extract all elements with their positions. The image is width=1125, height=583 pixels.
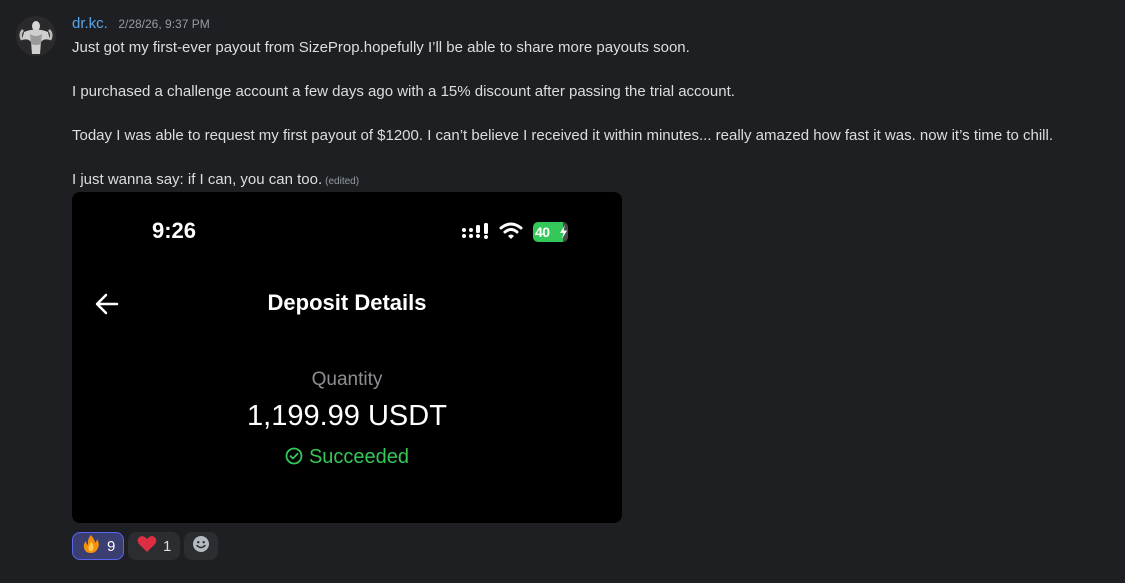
battery-level: 40 [535, 224, 550, 240]
message-paragraph: Just got my first-ever payout from SizeP… [72, 39, 690, 56]
message-timestamp[interactable]: 2/28/26, 9:37 PM [118, 17, 209, 31]
user-avatar[interactable] [16, 16, 56, 56]
edited-label: (edited) [325, 176, 360, 187]
add-reaction-button[interactable] [184, 532, 218, 560]
message-header: dr.kc. 2/28/26, 9:37 PM [72, 15, 210, 35]
message-paragraph: I purchased a challenge account a few da… [72, 83, 735, 100]
charging-bolt-icon [560, 225, 567, 239]
signal-icon [462, 223, 488, 239]
quantity-value: 1,199.99 USDT [247, 400, 447, 432]
username[interactable]: dr.kc. [72, 15, 108, 32]
wifi-icon [499, 222, 523, 239]
reaction-heart[interactable]: 1 [128, 532, 180, 560]
image-attachment[interactable]: 9:26 40 Deposit Details Quantity 1,199.9… [72, 192, 622, 523]
quantity-label: Quantity [311, 369, 383, 390]
reaction-count: 9 [107, 537, 116, 555]
reaction-fire[interactable]: 9 [72, 532, 124, 560]
check-circle-icon [285, 447, 303, 465]
battery-icon: 40 [533, 222, 570, 242]
reaction-count: 1 [163, 537, 172, 555]
status-row: Succeeded [72, 446, 622, 469]
message-paragraph: Today I was able to request my first pay… [72, 127, 1054, 144]
message-paragraph-last: I just wanna say: if I can, you can too.… [72, 169, 1112, 191]
red-heart-icon [137, 535, 157, 557]
message-paragraph-text: I just wanna say: if I can, you can too. [72, 171, 323, 188]
chat-message: dr.kc. 2/28/26, 9:37 PM Just got my firs… [0, 0, 1125, 583]
page-title: Deposit Details [267, 290, 427, 315]
add-reaction-icon [192, 535, 210, 557]
avatar-image [16, 16, 56, 56]
message-content: Just got my first-ever payout from SizeP… [72, 37, 1112, 191]
status-text: Succeeded [308, 446, 410, 468]
fire-icon [81, 534, 101, 558]
phone-status-time: 9:26 [152, 218, 197, 243]
